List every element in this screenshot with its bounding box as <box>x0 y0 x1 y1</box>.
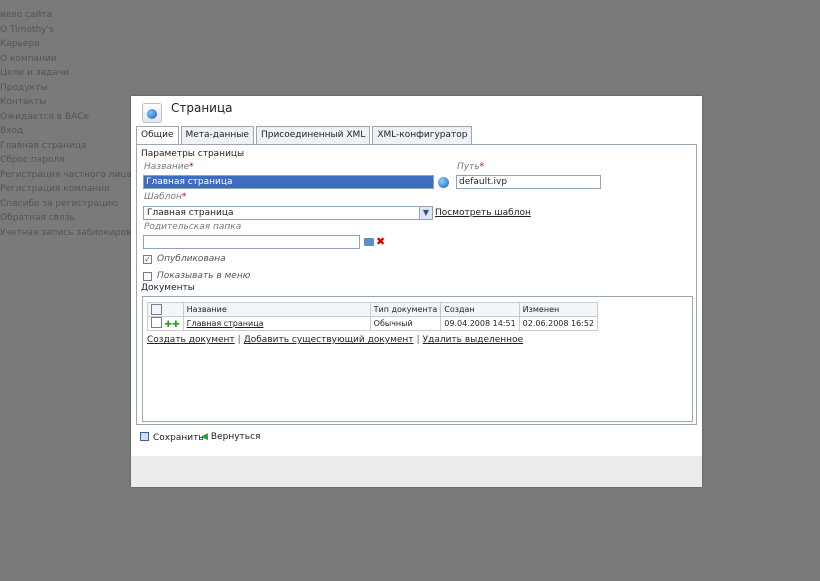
documents-table: Название Тип документа Создан Изменен ✚✚… <box>147 302 599 331</box>
tab-meta-data[interactable]: Мета-данные <box>180 126 254 144</box>
separator: | <box>416 335 420 345</box>
back-label: Вернуться <box>210 432 261 442</box>
doc-modified-cell: 02.06.2008 16:52 <box>518 316 599 331</box>
show-in-menu-label: Показывать в меню <box>157 271 251 281</box>
col-type-header[interactable]: Тип документа <box>369 302 442 317</box>
site-tree-item[interactable]: Регистрация частного лица <box>0 168 140 183</box>
floppy-disk-icon <box>140 432 149 441</box>
site-tree-item[interactable]: Регистрация компании <box>0 182 140 197</box>
parent-folder-label: Родительская папка <box>144 222 242 232</box>
site-tree-item[interactable]: Вход <box>0 124 140 139</box>
col-created-header[interactable]: Создан <box>440 302 520 317</box>
delete-selected-link[interactable]: Удалить выделенное <box>423 335 524 345</box>
dialog-title: Страница <box>171 101 233 115</box>
documents-label: Документы <box>141 283 195 293</box>
path-label: Путь* <box>457 162 485 172</box>
add-existing-document-link[interactable]: Добавить существующий документ <box>244 335 414 345</box>
template-select-value: Главная страница <box>147 208 234 218</box>
name-input[interactable] <box>143 175 434 189</box>
back-button[interactable]: ◀ Вернуться <box>201 432 260 442</box>
save-label: Сохранить <box>153 433 204 443</box>
back-arrow-icon: ◀ <box>201 432 208 442</box>
table-header-row: Название Тип документа Создан Изменен <box>147 302 599 317</box>
doc-created-cell: 09.04.2008 14:51 <box>440 316 520 331</box>
general-tab-panel: Параметры страницы Название* Путь* Шабло… <box>136 144 697 425</box>
site-tree: иево сайта О Timothy's Карьера О компани… <box>0 8 148 241</box>
doc-name-link[interactable]: Главная страница <box>187 319 264 328</box>
parent-folder-input[interactable] <box>143 235 360 249</box>
site-tree-item[interactable]: О Timothy's <box>0 23 140 38</box>
site-tree-item[interactable]: Главная страница <box>0 139 140 154</box>
view-template-link-wrap: Посмотреть шаблон <box>435 208 531 218</box>
col-modified-header[interactable]: Изменен <box>518 302 599 317</box>
site-tree-item[interactable]: Учетная запись заблокирована <box>0 226 148 241</box>
select-all-checkbox[interactable] <box>151 303 162 315</box>
clear-icon[interactable]: ✖ <box>376 236 385 247</box>
globe-icon[interactable] <box>438 177 449 188</box>
folder-icon[interactable] <box>364 238 374 246</box>
col-name-header[interactable]: Название <box>182 302 371 317</box>
doc-type-cell: Обычный <box>369 316 442 331</box>
site-tree-item[interactable]: Сброс пароля <box>0 153 140 168</box>
table-row[interactable]: ✚✚ Главная страница Обычный 09.04.2008 1… <box>147 316 599 331</box>
row-select-cell: ✚✚ <box>147 316 184 331</box>
site-tree-item[interactable]: Ожидается в ВАСе <box>0 110 140 125</box>
required-mark: * <box>181 192 187 202</box>
page-properties-dialog: Страница Общие Мета-данные Присоединенны… <box>131 96 702 487</box>
site-tree-item[interactable]: О компании <box>0 52 140 67</box>
dialog-bottom-strip <box>131 456 702 487</box>
save-button[interactable]: Сохранить <box>140 432 204 443</box>
tab-general[interactable]: Общие <box>136 126 179 145</box>
dialog-footer: Сохранить ◀ Вернуться <box>131 429 702 449</box>
template-label: Шаблон* <box>144 192 187 202</box>
site-tree-item[interactable]: Спасибо за регистрацию <box>0 197 140 212</box>
site-tree-item[interactable]: Цели и задачи <box>0 66 140 81</box>
path-input[interactable] <box>456 175 601 189</box>
create-document-link[interactable]: Создать документ <box>147 335 235 345</box>
published-checkbox[interactable]: ✓ <box>143 255 152 264</box>
published-label: Опубликована <box>157 254 226 264</box>
section-title: Параметры страницы <box>141 149 245 159</box>
document-arrows-icon: ✚✚ <box>164 320 180 330</box>
name-label: Название* <box>144 162 194 172</box>
page-globe-icon <box>142 103 162 123</box>
doc-name-cell: Главная страница <box>182 316 371 331</box>
site-tree-item[interactable]: Обратная связь <box>0 211 140 226</box>
chevron-down-icon[interactable]: ▼ <box>419 207 432 219</box>
row-checkbox[interactable] <box>151 317 162 328</box>
view-template-link[interactable]: Посмотреть шаблон <box>435 208 531 218</box>
show-in-menu-checkbox[interactable] <box>143 272 152 281</box>
site-tree-item[interactable]: Продукты <box>0 81 140 96</box>
template-select[interactable]: Главная страница ▼ <box>143 206 433 220</box>
site-tree-item[interactable]: Контакты <box>0 95 140 110</box>
tab-bar: Общие Мета-данные Присоединенный XML XML… <box>136 126 474 145</box>
tab-xml-configurator[interactable]: XML-конфигуратор <box>372 126 473 144</box>
site-tree-item[interactable]: иево сайта <box>0 8 140 23</box>
dialog-header: Страница <box>131 96 702 126</box>
documents-box: Название Тип документа Создан Изменен ✚✚… <box>142 296 693 422</box>
select-all-cell <box>147 302 184 317</box>
tab-attached-xml[interactable]: Присоединенный XML <box>255 126 371 144</box>
required-mark: * <box>189 162 194 172</box>
required-mark: * <box>479 162 485 172</box>
site-tree-item[interactable]: Карьера <box>0 37 140 52</box>
separator: | <box>237 335 241 345</box>
document-actions: Создать документ | Добавить существующий д… <box>147 335 523 345</box>
